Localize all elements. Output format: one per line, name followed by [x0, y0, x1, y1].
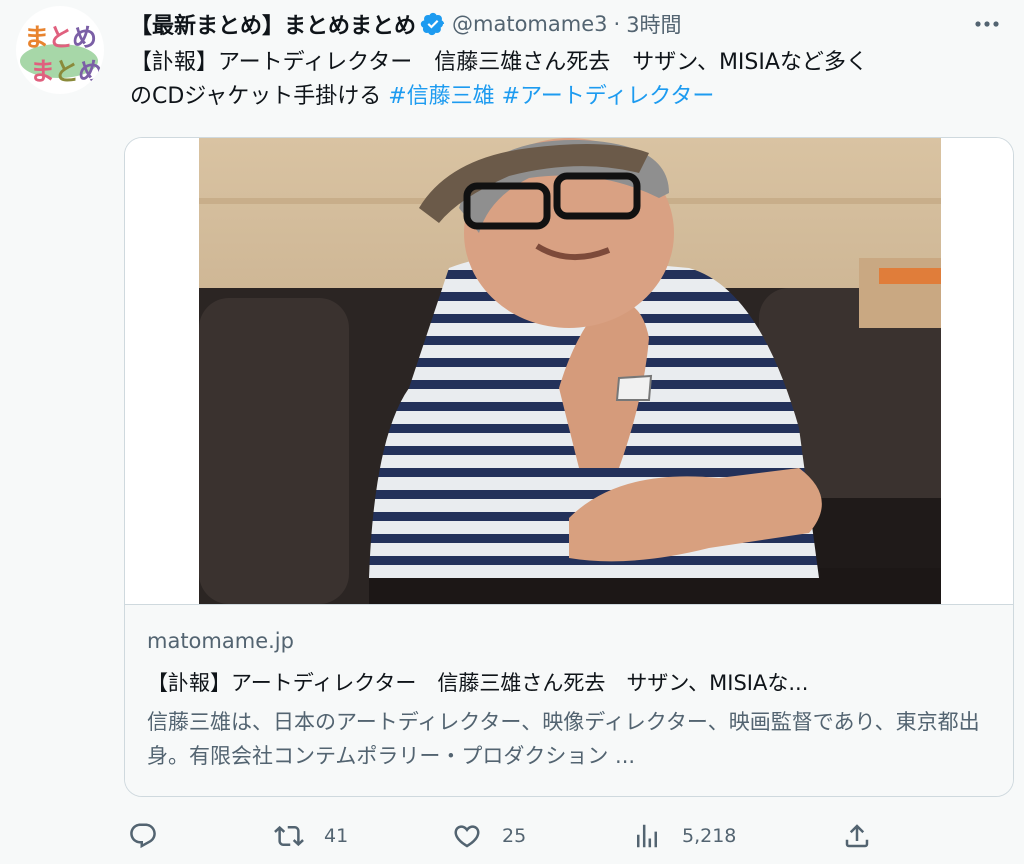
hashtag-link[interactable]: #信藤三雄	[388, 84, 494, 109]
tweet-text-body: のCDジャケット手掛ける	[130, 84, 389, 109]
view-count: 5,218	[682, 825, 737, 847]
tweet-text: 【訃報】アートディレクター 信藤三雄さん死去 サザン、MISIAなど多く のCD…	[130, 46, 1010, 114]
link-preview-card[interactable]: matomame.jp 【訃報】アートディレクター 信藤三雄さん死去 サザン、M…	[124, 137, 1014, 797]
avatar-logo-text-bottom: まとめ	[30, 57, 103, 86]
heart-icon	[454, 825, 480, 848]
verified-badge-icon	[420, 12, 445, 36]
author-handle[interactable]: @matomame3	[452, 12, 607, 36]
avatar[interactable]: まとめ まとめ	[16, 6, 104, 94]
meta-separator: ·	[613, 12, 621, 36]
views-button[interactable]: 5,218	[632, 812, 736, 860]
tweet[interactable]: まとめ まとめ 【最新まとめ】まとめまとめ @matomame3 · 3時間 【…	[0, 0, 1024, 864]
like-count: 25	[502, 825, 527, 847]
more-dots-icon[interactable]	[970, 8, 1004, 40]
share-icon	[845, 824, 869, 848]
avatar-logo-text-top: まとめ	[24, 23, 97, 52]
card-domain: matomame.jp	[147, 629, 294, 653]
author-display-name[interactable]: 【最新まとめ】まとめまとめ	[130, 8, 416, 40]
card-description: 信藤三雄は、日本のアートディレクター、映像ディレクター、映画監督であり、東京都出…	[147, 710, 980, 768]
share-button[interactable]	[842, 812, 892, 860]
card-photo	[199, 138, 941, 604]
card-info[interactable]: matomame.jp 【訃報】アートディレクター 信藤三雄さん死去 サザン、M…	[125, 604, 1013, 796]
card-image-area[interactable]	[125, 138, 1013, 604]
reply-icon	[130, 823, 156, 849]
tweet-timestamp[interactable]: 3時間	[626, 9, 681, 39]
analytics-icon	[637, 824, 657, 848]
action-bar: 41 25 5,218	[124, 812, 884, 860]
tweet-header: 【最新まとめ】まとめまとめ @matomame3 · 3時間	[130, 8, 1004, 40]
hashtag-link[interactable]: #アートディレクター	[502, 84, 715, 109]
retweet-button[interactable]: 41	[274, 812, 348, 860]
tweet-text-line-1: 【訃報】アートディレクター 信藤三雄さん死去 サザン、MISIAなど多く	[130, 50, 868, 75]
tweet-text-line-2: のCDジャケット手掛ける #信藤三雄 #アートディレクター	[130, 80, 1010, 114]
card-title: 【訃報】アートディレクター 信藤三雄さん死去 サザン、MISIAな...	[147, 671, 809, 695]
retweet-count: 41	[324, 825, 349, 847]
like-button[interactable]: 25	[452, 812, 526, 860]
reply-button[interactable]	[128, 812, 178, 860]
retweet-icon	[274, 825, 304, 847]
